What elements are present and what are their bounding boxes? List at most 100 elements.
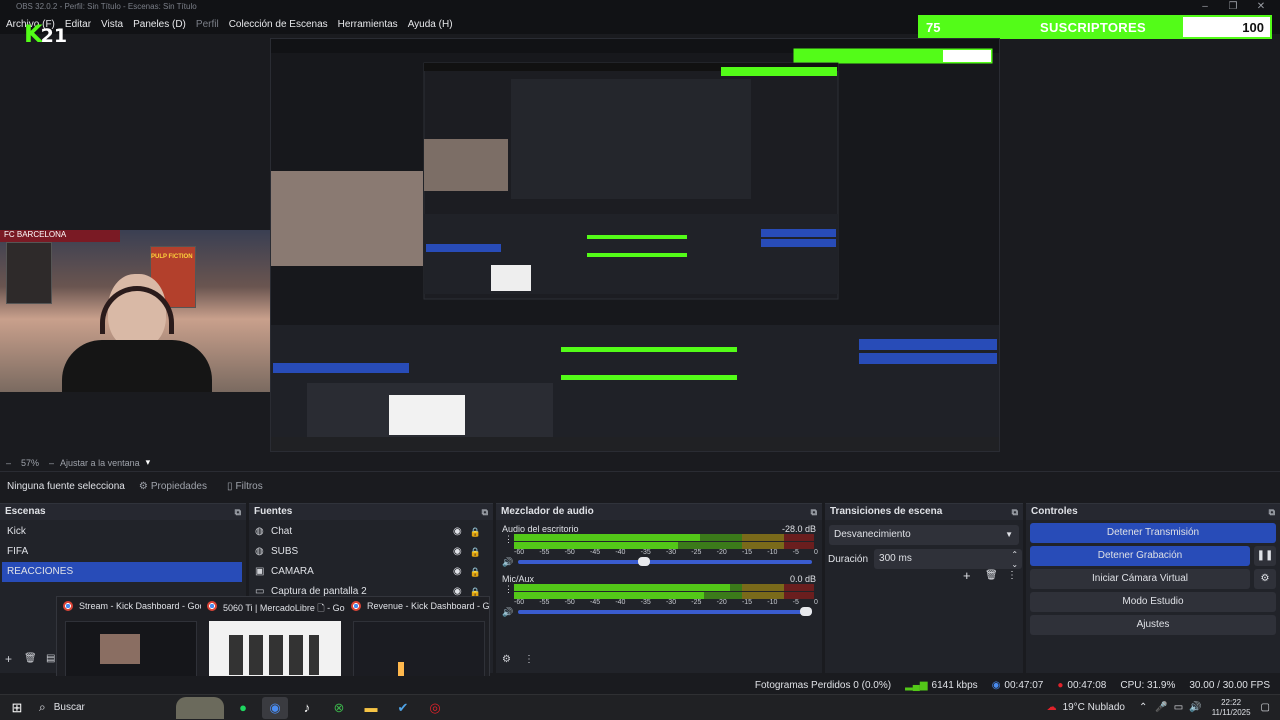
menu-scene-collection[interactable]: Colección de Escenas — [229, 19, 328, 30]
folder-icon[interactable]: ▬ — [358, 697, 384, 719]
source-item[interactable]: ◍ Chat ◉ 🔒 — [249, 522, 493, 542]
controls-title: Controles — [1031, 506, 1078, 517]
eye-icon[interactable]: ◉ — [453, 562, 462, 582]
search-highlight-icon[interactable] — [176, 696, 224, 719]
chrome-icon[interactable]: ◉ — [262, 696, 288, 719]
minimize-button[interactable]: – — [1194, 0, 1216, 14]
meter-tick: -40 — [615, 549, 626, 556]
menu-docks[interactable]: Paneles (D) — [133, 19, 186, 30]
filters-button[interactable]: Filtros — [236, 481, 263, 492]
gear-icon[interactable]: ⚙ — [1254, 569, 1276, 589]
properties-button[interactable]: Propiedades — [151, 481, 207, 492]
tray-chevron-icon[interactable]: ⌃ — [1139, 702, 1147, 713]
start-virtual-camera-button[interactable]: Iniciar Cámara Virtual ⚙ — [1030, 569, 1276, 589]
meter-scale: -60 -55 -50 -45 -40 -35 -30 -25 -20 -15 -10 -5 0 — [514, 599, 818, 606]
chevron-down-icon: ▼ — [1005, 530, 1013, 539]
filter-scene-icon[interactable]: ▤ — [46, 653, 55, 664]
add-scene-button[interactable]: + — [5, 652, 12, 666]
no-source-selected-label: Ninguna fuente selecciona — [7, 480, 125, 492]
minus-icon-2[interactable]: – — [49, 458, 54, 468]
taskbar-search[interactable]: ⌕ Buscar — [39, 700, 173, 715]
volume-slider[interactable] — [518, 557, 812, 566]
scenes-title: Escenas — [5, 506, 46, 517]
volume-icon[interactable]: 🔊 — [502, 607, 513, 618]
source-item[interactable]: ▣ CAMARA ◉ 🔒 — [249, 562, 493, 582]
xbox-icon[interactable]: ⊗ — [326, 697, 352, 719]
stop-recording-button[interactable]: Detener Grabación ❚❚ — [1030, 546, 1276, 566]
menu-help[interactable]: Ayuda (H) — [408, 19, 453, 30]
recursive-preview-image — [271, 39, 999, 451]
more-options-icon[interactable]: ⋮ — [504, 534, 513, 545]
subscriber-goal: 100 — [1242, 20, 1264, 35]
fit-window-label[interactable]: Ajustar a la ventana — [60, 458, 140, 468]
menu-view[interactable]: Vista — [101, 19, 123, 30]
bitrate: 6141 kbps — [931, 679, 978, 691]
transitions-title: Transiciones de escena — [830, 506, 943, 517]
windows-start-icon[interactable]: ⊞ — [4, 697, 30, 719]
dock-icon[interactable]: ⧉ — [811, 504, 817, 520]
scene-item-selected[interactable]: REACCIONES — [2, 562, 242, 582]
filters-icon[interactable]: ▯ — [227, 481, 233, 492]
volume-slider[interactable] — [518, 607, 813, 616]
dock-icon[interactable]: ⧉ — [1012, 504, 1018, 520]
tiktok-icon[interactable]: ♪ — [294, 697, 320, 719]
obs-icon[interactable]: ◎ — [422, 697, 448, 719]
signal-icon: ▂▄▆ — [905, 679, 928, 691]
meter-tick: -35 — [640, 599, 651, 606]
volume-knob[interactable] — [800, 607, 813, 616]
settings-button[interactable]: Ajustes — [1030, 615, 1276, 635]
chevron-down-icon[interactable]: ▾ — [146, 457, 151, 468]
maximize-button[interactable]: ❐ — [1222, 0, 1244, 14]
meter-tick: -35 — [640, 549, 651, 556]
network-icon[interactable]: ▭ — [1174, 702, 1183, 713]
zoom-level[interactable]: 57% — [21, 458, 39, 468]
weather-icon[interactable]: ☁ — [1047, 702, 1057, 713]
menu-profile[interactable]: Perfil — [196, 19, 219, 30]
program-preview[interactable] — [270, 38, 1000, 452]
minus-icon[interactable]: – — [6, 458, 11, 468]
dock-icon[interactable]: ⧉ — [1269, 504, 1275, 520]
microphone-icon[interactable]: 🎤 — [1155, 702, 1167, 713]
more-options-icon[interactable]: ⋮ — [1007, 570, 1017, 581]
lock-icon[interactable]: 🔒 — [470, 562, 481, 582]
eye-icon[interactable]: ◉ — [453, 522, 462, 542]
steam-icon[interactable]: ✔ — [390, 697, 416, 719]
eye-icon[interactable]: ◉ — [453, 542, 462, 562]
more-options-icon[interactable]: ⋮ — [524, 654, 534, 665]
gear-icon[interactable]: ⚙ — [502, 654, 511, 665]
spotify-icon[interactable]: ● — [230, 697, 256, 719]
transition-select[interactable]: Desvanecimiento ▼ — [829, 525, 1019, 545]
subscriber-label: SUSCRIPTORES — [1040, 20, 1146, 35]
chrome-icon — [63, 601, 73, 611]
trash-icon[interactable]: 🗑 — [24, 653, 37, 664]
scene-item[interactable]: FIFA — [0, 542, 246, 562]
meter-tick: -5 — [792, 599, 799, 606]
properties-bar: Ninguna fuente selecciona ⚙ Propiedades … — [0, 476, 1280, 496]
scene-item[interactable]: Kick — [0, 522, 246, 542]
close-button[interactable]: ✕ — [1250, 0, 1272, 14]
dock-icon[interactable]: ⧉ — [482, 504, 488, 520]
add-transition-button[interactable]: + — [963, 568, 971, 583]
volume-icon[interactable]: 🔊 — [1189, 702, 1201, 713]
trash-icon[interactable]: 🗑 — [985, 570, 998, 581]
dropped-frames: Fotogramas Perdidos 0 (0.0%) — [754, 679, 892, 691]
weather-text[interactable]: 19°C Nublado — [1063, 702, 1125, 713]
studio-mode-button[interactable]: Modo Estudio — [1030, 592, 1276, 612]
source-item[interactable]: ◍ SUBS ◉ 🔒 — [249, 542, 493, 562]
notification-icon[interactable]: ▢ — [1261, 702, 1270, 713]
audio-meter — [514, 542, 814, 549]
volume-icon[interactable]: 🔊 — [502, 557, 513, 568]
lock-icon[interactable]: 🔒 — [470, 522, 481, 542]
cpu-usage: CPU: 31.9% — [1120, 679, 1176, 691]
menu-tools[interactable]: Herramientas — [338, 19, 398, 30]
volume-knob[interactable] — [638, 557, 651, 566]
stop-streaming-button[interactable]: Detener Transmisión — [1030, 523, 1276, 543]
clock[interactable]: 22:22 11/11/2025 — [1212, 698, 1251, 718]
gear-icon[interactable]: ⚙ — [139, 481, 148, 492]
lock-icon[interactable]: 🔒 — [470, 542, 481, 562]
duration-input[interactable]: 300 ms ⌃ ⌄ — [874, 549, 1023, 569]
more-options-icon[interactable]: ⋮ — [504, 584, 513, 595]
dock-icon[interactable]: ⧉ — [235, 504, 241, 520]
pause-icon[interactable]: ❚❚ — [1254, 546, 1276, 566]
search-icon: ⌕ — [39, 700, 46, 714]
